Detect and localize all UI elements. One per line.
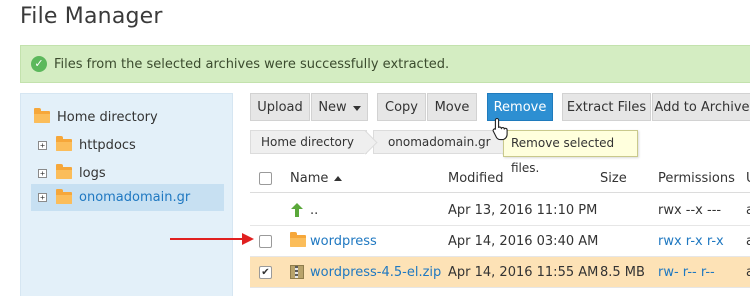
- breadcrumb: Home directory onomadomain.gr: [250, 130, 504, 154]
- folder-icon: [56, 188, 72, 204]
- table-row[interactable]: ✔ wordpress-4.5-el.zip Apr 14, 2016 11:5…: [250, 257, 750, 288]
- move-button[interactable]: Move: [427, 93, 477, 121]
- check-circle-icon: ✓: [31, 56, 47, 72]
- table-header: Name Modified Size Permissions U: [250, 165, 750, 193]
- tree-item-label: onomadomain.gr: [79, 190, 191, 205]
- column-header-permissions[interactable]: Permissions: [658, 165, 735, 192]
- folder-icon: [56, 164, 72, 179]
- breadcrumb-item[interactable]: onomadomain.gr: [372, 130, 504, 154]
- breadcrumb-item[interactable]: Home directory: [250, 130, 367, 154]
- tree-item-label: logs: [79, 165, 106, 181]
- up-arrow-icon: [291, 203, 303, 217]
- tree-item-logs[interactable]: + logs: [38, 162, 106, 184]
- file-name[interactable]: wordpress: [310, 234, 377, 249]
- file-permissions[interactable]: rwx r-x r-x: [658, 226, 724, 256]
- file-size: 8.5 MB: [600, 264, 645, 280]
- add-to-archive-button[interactable]: Add to Archive: [652, 93, 750, 121]
- column-header-size[interactable]: Size: [600, 165, 627, 192]
- column-header-name[interactable]: Name: [290, 165, 343, 192]
- column-header-modified[interactable]: Modified: [448, 165, 503, 192]
- tree-item-label: Home directory: [57, 109, 158, 125]
- file-user: a: [746, 233, 750, 249]
- file-permissions[interactable]: rw- r-- r--: [658, 257, 715, 287]
- hand-cursor-icon: [492, 117, 508, 141]
- page-title: File Manager: [20, 4, 163, 29]
- tree-item-httpdocs[interactable]: + httpdocs: [38, 134, 136, 156]
- select-all-checkbox[interactable]: [259, 172, 272, 185]
- sort-ascending-icon: [334, 176, 343, 181]
- directory-tree: Home directory + httpdocs + logs + onoma…: [20, 93, 233, 296]
- zip-archive-icon: [290, 265, 304, 279]
- expand-icon[interactable]: +: [38, 168, 47, 178]
- folder-icon: [56, 136, 72, 151]
- upload-button[interactable]: Upload: [250, 93, 310, 121]
- tree-item-home[interactable]: Home directory: [34, 107, 158, 127]
- expand-icon[interactable]: +: [38, 140, 47, 150]
- file-modified: Apr 14, 2016 03:40 AM: [448, 233, 599, 249]
- alert-message: Files from the selected archives were su…: [54, 56, 450, 72]
- new-dropdown-button[interactable]: New: [311, 93, 368, 121]
- file-name[interactable]: wordpress-4.5-el.zip: [310, 265, 441, 280]
- tree-item-onomadomain[interactable]: + onomadomain.gr: [31, 184, 224, 211]
- file-user: a: [746, 202, 750, 218]
- remove-tooltip: Remove selected files.: [503, 130, 638, 175]
- file-permissions: rwx --x ---: [658, 202, 722, 218]
- file-user: a: [746, 264, 750, 280]
- column-header-label: Name: [290, 171, 329, 186]
- expand-icon[interactable]: +: [38, 193, 47, 202]
- row-checkbox-checked[interactable]: ✔: [259, 265, 272, 279]
- table-row[interactable]: wordpress Apr 14, 2016 03:40 AM rwx r-x …: [250, 226, 750, 257]
- extract-files-button[interactable]: Extract Files: [562, 93, 651, 121]
- chevron-down-icon: [352, 105, 361, 111]
- file-modified: Apr 14, 2016 11:55 AM: [448, 264, 599, 280]
- folder-icon: [34, 108, 50, 123]
- folder-icon: [290, 232, 306, 247]
- tree-item-label: httpdocs: [79, 137, 136, 153]
- red-arrow-annotation-icon: [170, 233, 254, 245]
- copy-button[interactable]: Copy: [377, 93, 426, 121]
- file-name[interactable]: ..: [310, 203, 318, 218]
- table-row[interactable]: .. Apr 13, 2016 11:10 PM rwx --x --- a: [250, 195, 750, 226]
- file-modified: Apr 13, 2016 11:10 PM: [448, 202, 598, 218]
- new-button-label: New: [318, 99, 347, 115]
- row-checkbox[interactable]: [259, 234, 272, 248]
- column-header-user[interactable]: U: [746, 165, 750, 192]
- success-alert: ✓ Files from the selected archives were …: [20, 45, 750, 83]
